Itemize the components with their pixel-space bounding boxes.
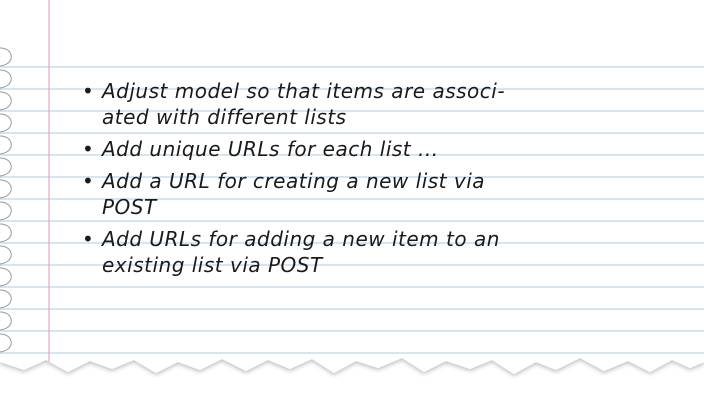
list-item: • Add unique URLs for each list ... [80,136,600,162]
list-item: • Add URLs for adding a new item to an e… [80,226,600,278]
note-text-line: Add URLs for adding a new item to an [102,227,500,251]
notebook-page-canvas: • Adjust model so that items are associ-… [0,0,704,397]
list-item: • Add a URL for creating a new list via … [80,168,600,220]
note-text-line: POST [102,195,157,219]
bullet-icon: • [82,79,95,103]
todo-list: • Adjust model so that items are associ-… [80,78,600,284]
bullet-icon: • [82,137,95,161]
note-text-line: Add a URL for creating a new list via [102,169,486,193]
note-text-line: existing list via POST [102,253,323,277]
note-text-line: Adjust model so that items are associ- [102,79,506,103]
bullet-icon: • [82,227,95,251]
note-text-line: Add unique URLs for each list ... [102,137,439,161]
list-item: • Adjust model so that items are associ-… [80,78,600,130]
bullet-icon: • [82,169,95,193]
note-text-line: ated with different lists [102,105,347,129]
